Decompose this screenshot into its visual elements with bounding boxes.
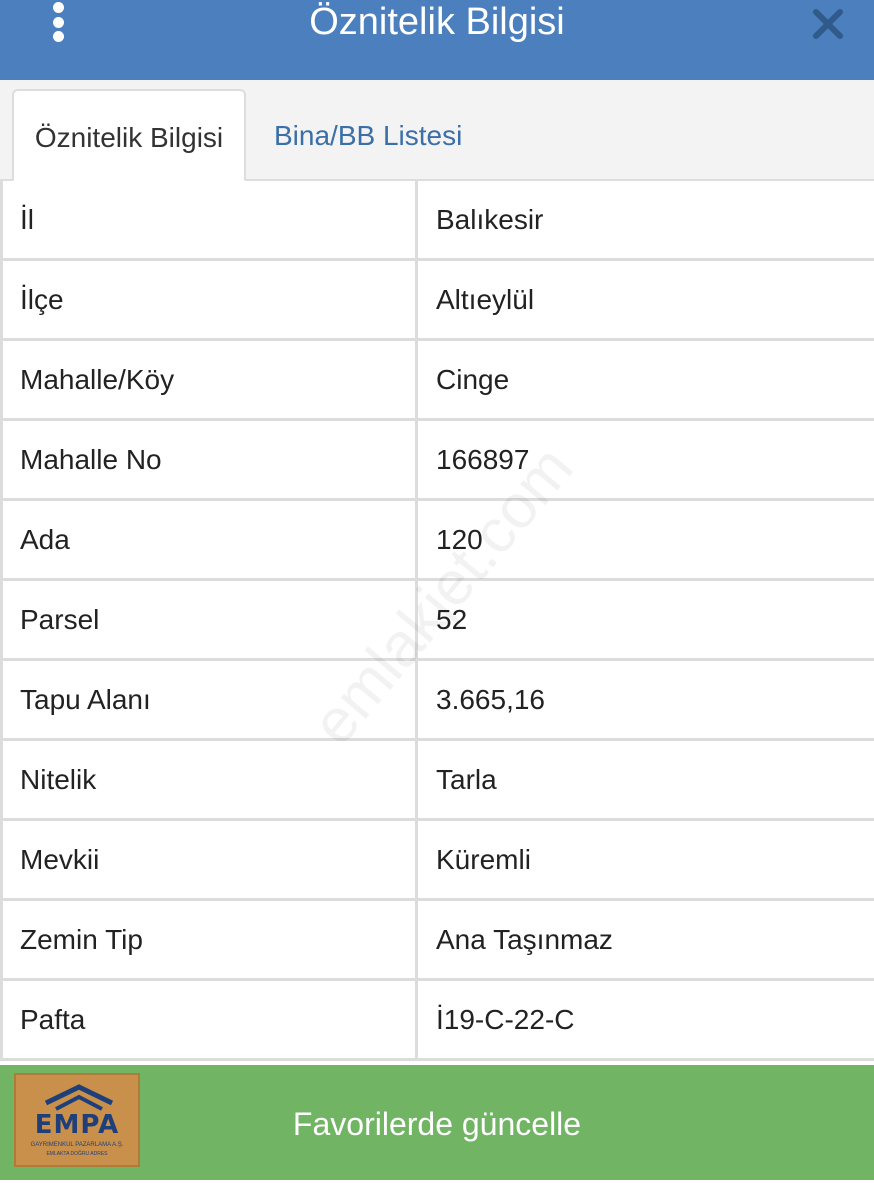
attribute-key: Tapu Alanı — [3, 661, 415, 738]
attribute-key: Mahalle No — [3, 421, 415, 498]
attribute-value: İ19-C-22-C — [418, 981, 874, 1058]
table-row: İl Balıkesir — [0, 181, 874, 261]
tab-attribute-info[interactable]: Öznitelik Bilgisi — [12, 89, 246, 182]
attribute-key: Nitelik — [3, 741, 415, 818]
attribute-value: Cinge — [418, 341, 874, 418]
attribute-value: 166897 — [418, 421, 874, 498]
attribute-key: Mahalle/Köy — [3, 341, 415, 418]
attribute-value: Ana Taşınmaz — [418, 901, 874, 978]
attribute-value: Tarla — [418, 741, 874, 818]
table-row: Zemin Tip Ana Taşınmaz — [0, 901, 874, 981]
attribute-key: İlçe — [3, 261, 415, 338]
table-row: Ada 120 — [0, 501, 874, 581]
table-row: Mevkii Küremli — [0, 821, 874, 901]
attribute-value: 3.665,16 — [418, 661, 874, 738]
house-roof-icon — [44, 1084, 114, 1111]
attribute-key: Mevkii — [3, 821, 415, 898]
close-icon[interactable] — [808, 4, 848, 44]
page-title: Öznitelik Bilgisi — [309, 1, 565, 43]
attribute-key: Zemin Tip — [3, 901, 415, 978]
empa-logo: EMPA GAYRIMENKUL PAZARLAMA A.Ş. EMLAKTA … — [14, 1073, 140, 1167]
table-row: İlçe Altıeylül — [0, 261, 874, 341]
attribute-key: İl — [3, 181, 415, 258]
tab-building-list[interactable]: Bina/BB Listesi — [254, 89, 482, 182]
table-row: Mahalle/Köy Cinge — [0, 341, 874, 421]
logo-slogan: EMLAKTA DOĞRU ADRES — [46, 1151, 108, 1157]
table-row: Parsel 52 — [0, 581, 874, 661]
attribute-value: 120 — [418, 501, 874, 578]
attribute-value: 52 — [418, 581, 874, 658]
attribute-value: Altıeylül — [418, 261, 874, 338]
attribute-value: Küremli — [418, 821, 874, 898]
app-header: Öznitelik Bilgisi — [0, 0, 874, 80]
update-favorites-button[interactable]: Favorilerde güncelle EMPA GAYRIMENKUL PA… — [0, 1065, 874, 1180]
tab-bar: Öznitelik Bilgisi Bina/BB Listesi — [0, 80, 874, 182]
table-row: Pafta İ19-C-22-C — [0, 981, 874, 1061]
attribute-key: Parsel — [3, 581, 415, 658]
attribute-key: Ada — [3, 501, 415, 578]
table-row: Mahalle No 166897 — [0, 421, 874, 501]
logo-tagline: GAYRIMENKUL PAZARLAMA A.Ş. — [30, 1142, 124, 1148]
attribute-key: Pafta — [3, 981, 415, 1058]
attribute-table: İl Balıkesir İlçe Altıeylül Mahalle/Köy … — [0, 181, 874, 1061]
table-row: Nitelik Tarla — [0, 741, 874, 821]
attribute-value: Balıkesir — [418, 181, 874, 258]
logo-brand: EMPA — [34, 1110, 120, 1140]
table-row: Tapu Alanı 3.665,16 — [0, 661, 874, 741]
